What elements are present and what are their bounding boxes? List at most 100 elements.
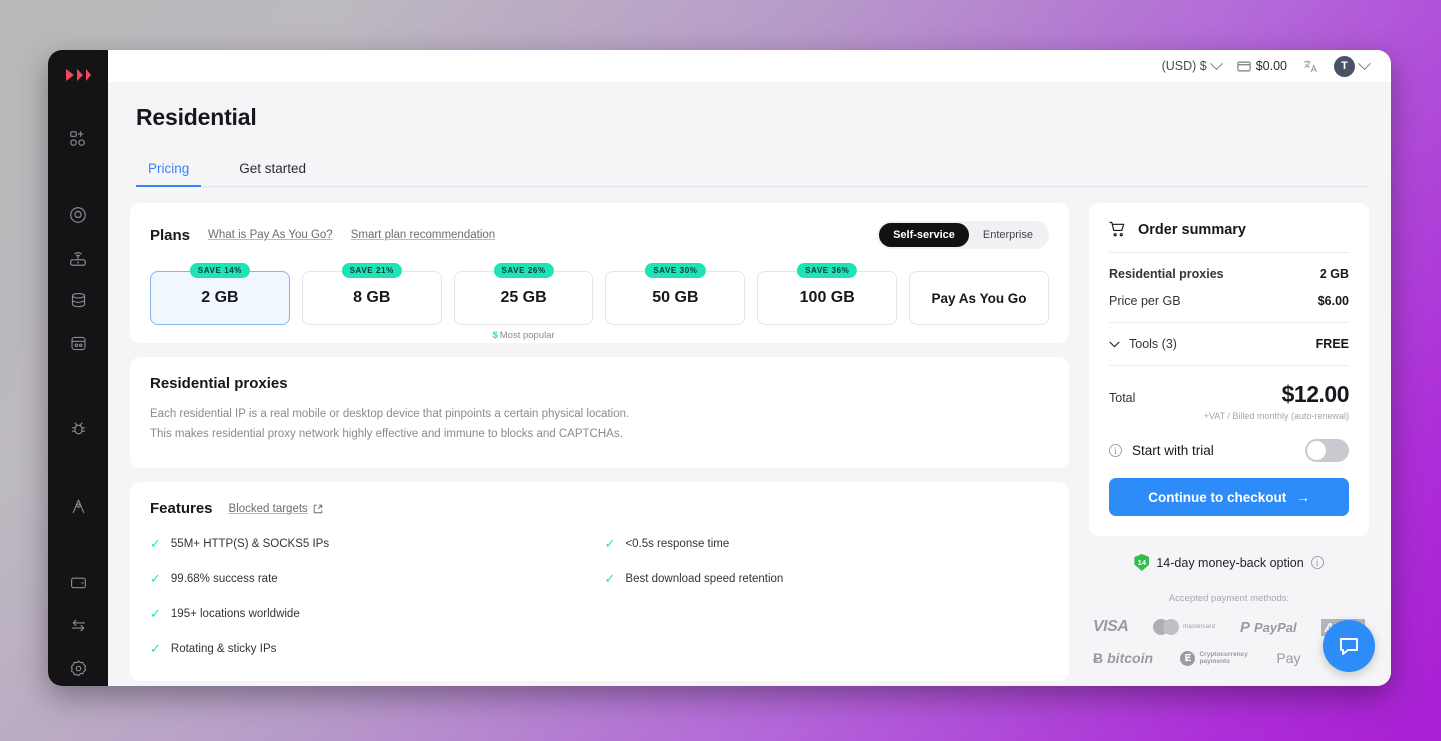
save-badge: SAVE 14% [189, 263, 251, 278]
apple-pay-label: Pay [1276, 650, 1301, 666]
feature-item: ✓ 195+ locations worldwide [150, 607, 595, 620]
translate-icon [1303, 60, 1318, 73]
check-icon: ✓ [150, 641, 161, 657]
check-icon: ✓ [604, 571, 616, 587]
sidebar-item-add-user[interactable] [58, 124, 98, 153]
plan-options: SAVE 14% 2 GB SAVE 21% 8 GB SAVE 26% 25 … [150, 263, 1049, 341]
plan-option-8gb[interactable]: SAVE 21% 8 GB [301, 263, 442, 325]
balance-amount: $0.00 [1255, 59, 1287, 73]
plan-option-100gb[interactable]: SAVE 36% 100 GB [757, 263, 898, 325]
content-area: Residential Pricing Get started Plans Wh… [108, 82, 1391, 686]
save-badge: SAVE 26% [493, 263, 554, 278]
features-card: Features Blocked targets ✓ 55M+ HTTP(S) … [130, 482, 1069, 682]
sidebar-item-explore[interactable] [58, 492, 98, 521]
plan-option-25gb[interactable]: SAVE 26% 25 GB $ Most popular [453, 263, 594, 341]
tools-expander[interactable]: Tools (3) [1109, 337, 1177, 351]
link-blocked-targets[interactable]: Blocked targets [229, 503, 323, 515]
product-description: Each residential IP is a real mobile or … [150, 404, 1049, 444]
plans-title: Plans [150, 226, 191, 244]
visa-icon: VISA [1093, 618, 1129, 635]
sidebar-item-datacenter[interactable] [58, 286, 98, 315]
product-description-line-2: This makes residential proxy network hig… [150, 428, 623, 441]
tab-get-started[interactable]: Get started [227, 157, 318, 187]
sidebar-item-scraper[interactable] [58, 328, 98, 357]
language-selector[interactable] [1303, 59, 1318, 73]
order-price-label: Price per GB [1109, 294, 1181, 308]
check-icon: ✓ [150, 571, 161, 587]
wallet-icon [1237, 61, 1251, 71]
paypal-label: PayPal [1253, 619, 1297, 635]
check-icon: ✓ [150, 606, 161, 622]
trial-toggle[interactable] [1305, 439, 1349, 462]
order-row-tools[interactable]: Tools (3) FREE [1109, 323, 1349, 365]
plan-label: 8 GB [353, 289, 391, 306]
sidebar-item-transfer[interactable] [58, 611, 98, 640]
chevron-down-icon [1358, 56, 1371, 70]
feature-item: ✓ Rotating & sticky IPs [150, 642, 595, 655]
feature-item: ✓ 99.68% success rate [150, 572, 595, 585]
mastercard-icon: mastercard [1153, 619, 1215, 635]
external-link-icon [313, 504, 323, 513]
brand-logo-icon[interactable] [65, 66, 91, 84]
toggle-knob [1307, 441, 1326, 460]
bitcoin-label: bitcoin [1107, 650, 1154, 666]
top-bar: (USD) $ $0.00 T [108, 50, 1391, 82]
product-description-card: Residential proxies Each residential IP … [130, 357, 1069, 469]
sidebar-item-proxies[interactable] [58, 200, 98, 229]
currency-selector[interactable]: (USD) $ [1161, 56, 1223, 73]
plans-card: Plans What is Pay As You Go? Smart plan … [130, 203, 1069, 343]
sidebar-item-network[interactable] [58, 243, 98, 272]
chat-icon [1340, 638, 1358, 655]
main-column: (USD) $ $0.00 T Residential Pricing Get … [108, 50, 1391, 686]
plan-label: 2 GB [201, 289, 239, 306]
crypto-payments-icon: Ɇ Cryptocurrency payments [1180, 650, 1248, 666]
dollar-icon: $ [492, 330, 498, 341]
tab-bar: Pricing Get started [136, 157, 1369, 187]
trial-row: i Start with trial [1109, 439, 1349, 462]
currency-label: (USD) $ [1161, 59, 1207, 73]
chevron-down-icon [1209, 56, 1223, 70]
order-price-value: $6.00 [1317, 294, 1349, 308]
left-column: Plans What is Pay As You Go? Smart plan … [130, 203, 1069, 686]
bitcoin-icon: Ƀ bitcoin [1093, 650, 1154, 666]
features-header: Features Blocked targets [150, 500, 1049, 517]
order-product-value: 2 GB [1319, 267, 1349, 281]
plan-label: Pay As You Go [931, 290, 1027, 306]
crypto-line-1: Cryptocurrency [1199, 650, 1248, 658]
mastercard-label: mastercard [1183, 624, 1216, 630]
crypto-line-2: payments [1199, 658, 1230, 665]
info-icon[interactable]: i [1109, 444, 1122, 457]
plan-type-toggle: Self-service Enterprise [877, 221, 1049, 249]
order-summary-header: Order summary [1109, 221, 1349, 252]
plan-option-pay-as-you-go[interactable]: Pay As You Go [909, 271, 1049, 325]
continue-to-checkout-button[interactable]: Continue to checkout → [1109, 478, 1349, 516]
link-what-is-payg[interactable]: What is Pay As You Go? [208, 229, 333, 241]
sidebar-item-settings[interactable] [58, 654, 98, 683]
order-product-label: Residential proxies [1109, 267, 1224, 281]
plan-label: 50 GB [652, 289, 699, 306]
link-smart-plan-recommendation[interactable]: Smart plan recommendation [351, 229, 495, 241]
arrow-right-icon: → [1296, 489, 1310, 505]
feature-label: Rotating & sticky IPs [170, 642, 277, 655]
sidebar-item-debug[interactable] [58, 415, 98, 444]
sidebar-item-billing[interactable] [58, 568, 98, 597]
balance-indicator[interactable]: $0.00 [1237, 59, 1287, 73]
trial-label: Start with trial [1132, 443, 1214, 458]
tab-pricing[interactable]: Pricing [136, 157, 202, 187]
feature-label: Best download speed retention [625, 572, 784, 585]
segment-self-service[interactable]: Self-service [879, 223, 969, 247]
order-row-price: Price per GB $6.00 [1109, 281, 1349, 322]
chat-widget-button[interactable] [1323, 620, 1375, 672]
info-icon[interactable]: i [1310, 556, 1324, 569]
segment-enterprise[interactable]: Enterprise [969, 223, 1047, 247]
plan-label: 25 GB [500, 289, 547, 306]
order-summary-card: Order summary Residential proxies 2 GB P… [1089, 203, 1369, 536]
user-menu[interactable]: T [1334, 55, 1371, 77]
save-badge: SAVE 21% [341, 263, 402, 278]
total-value: $12.00 [1281, 381, 1350, 407]
plan-option-50gb[interactable]: SAVE 30% 50 GB [605, 263, 746, 325]
plan-option-2gb[interactable]: SAVE 14% 2 GB [150, 263, 290, 325]
sidebar [48, 50, 108, 686]
payments-title: Accepted payment methods: [1168, 593, 1290, 604]
shield-icon: 14 [1134, 554, 1150, 571]
